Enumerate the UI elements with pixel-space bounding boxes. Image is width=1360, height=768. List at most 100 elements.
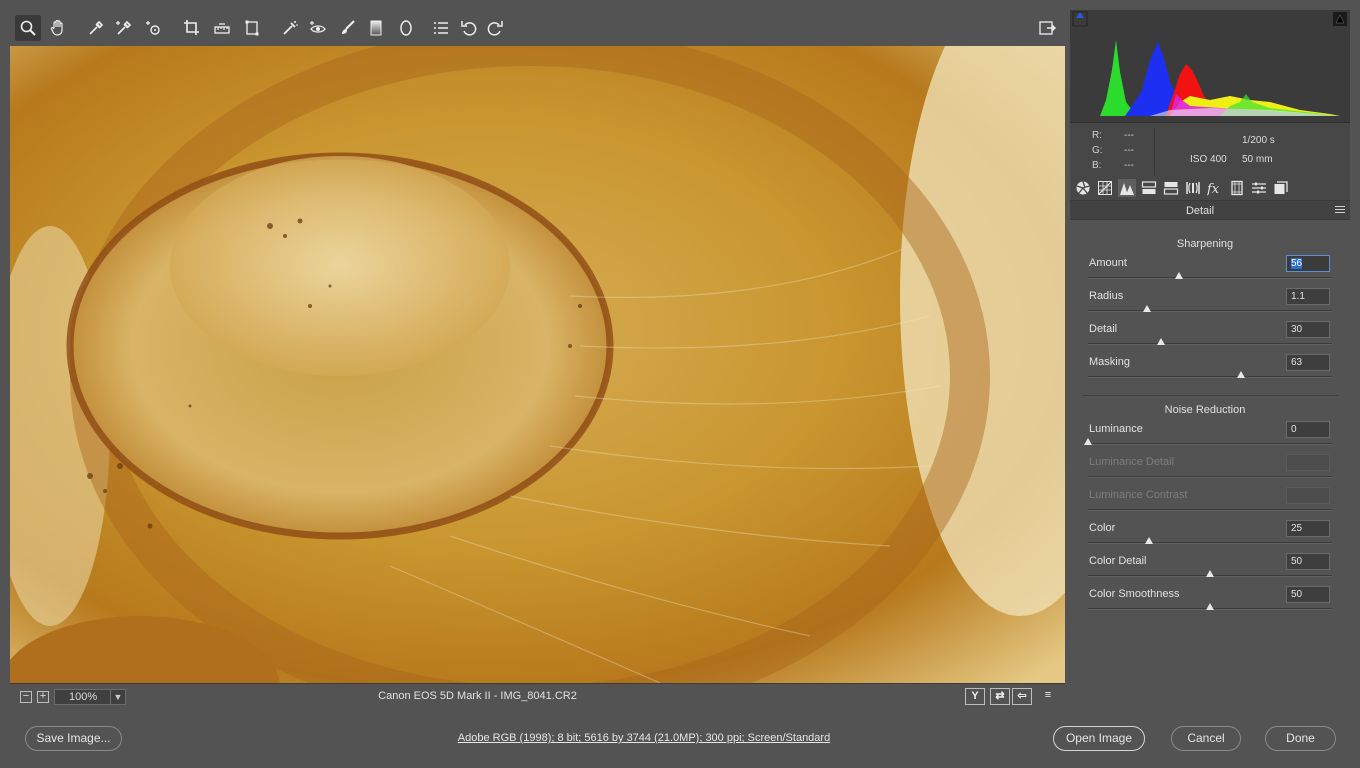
detail-input[interactable]: 30 (1286, 321, 1330, 338)
focal-length: 50 mm (1242, 154, 1273, 165)
masking-slider-thumb[interactable] (1236, 371, 1245, 378)
eyedropper-icon[interactable] (83, 15, 109, 41)
file-name: Canon EOS 5D Mark II - IMG_8041.CR2 (378, 690, 577, 702)
tab-lens-corrections-icon[interactable] (1184, 179, 1202, 197)
shutter-speed: 1/200 s (1242, 135, 1275, 146)
color-smoothness-label: Color Smoothness (1089, 588, 1180, 600)
radius-label: Radius (1089, 290, 1124, 302)
camera-info: R: --- G: --- B: --- 1/200 s ISO 400 50 … (1070, 122, 1350, 182)
b-value: --- (1124, 160, 1134, 171)
tab-camera-calibration-icon[interactable] (1228, 179, 1246, 197)
color-sampler-icon[interactable] (111, 15, 137, 41)
hand-tool-icon[interactable] (45, 15, 71, 41)
done-button[interactable]: Done (1265, 726, 1336, 751)
preferences-list-icon[interactable] (428, 15, 454, 41)
amount-input[interactable]: 56 (1286, 255, 1330, 272)
masking-input[interactable]: 63 (1286, 354, 1330, 371)
radial-filter-icon[interactable] (393, 15, 419, 41)
color-smoothness-slider-thumb[interactable] (1206, 603, 1214, 610)
histogram (1070, 10, 1350, 122)
color-slider-thumb[interactable] (1145, 537, 1153, 544)
spot-removal-icon[interactable] (277, 15, 303, 41)
toggle-settings-button[interactable]: ≡ (1038, 688, 1058, 705)
color-slider[interactable] (1088, 537, 1332, 544)
toolbar (10, 10, 1065, 46)
tab-presets-icon[interactable] (1250, 179, 1268, 197)
snail-shell-photo (10, 46, 1065, 683)
adjustment-brush-icon[interactable] (335, 15, 361, 41)
luminance-label: Luminance (1089, 423, 1143, 435)
image-preview[interactable] (10, 46, 1065, 683)
tab-snapshots-icon[interactable] (1272, 179, 1290, 197)
right-panel: R: --- G: --- B: --- 1/200 s ISO 400 50 … (1070, 10, 1350, 709)
detail-label: Detail (1089, 323, 1118, 335)
red-eye-icon[interactable] (305, 15, 331, 41)
fullscreen-icon[interactable] (1034, 15, 1060, 41)
g-label: G: (1092, 145, 1103, 156)
tab-detail-icon[interactable] (1118, 179, 1136, 197)
luminance-detail-slider (1088, 476, 1332, 478)
r-value: --- (1124, 130, 1134, 141)
luminance-detail-label: Luminance Detail (1089, 456, 1174, 468)
tab-split-toning-icon[interactable] (1162, 179, 1180, 197)
image-status-bar: − + 100% ▼ Canon EOS 5D Mark II - IMG_80… (10, 683, 1065, 709)
detail-panel: Sharpening Amount 56 Radius 1.1 Detail 3… (1070, 220, 1350, 709)
copy-settings-button[interactable]: ⇦ (1012, 688, 1032, 705)
tab-tone-curve-icon[interactable] (1096, 179, 1114, 197)
luminance-contrast-label: Luminance Contrast (1089, 489, 1188, 501)
color-smoothness-input[interactable]: 50 (1286, 586, 1330, 603)
crop-icon[interactable] (179, 15, 205, 41)
rotate-left-icon[interactable] (456, 15, 482, 41)
info-divider (1154, 127, 1155, 175)
targeted-adjustment-icon[interactable] (141, 15, 167, 41)
tab-hsl-icon[interactable] (1140, 179, 1158, 197)
view-before-after-button[interactable]: Y (965, 688, 985, 705)
r-label: R: (1092, 130, 1102, 141)
masking-label: Masking (1089, 356, 1130, 368)
rotate-right-icon[interactable] (482, 15, 508, 41)
luminance-contrast-input (1286, 487, 1330, 504)
amount-slider[interactable] (1088, 272, 1332, 279)
radius-input[interactable]: 1.1 (1286, 288, 1330, 305)
color-smoothness-slider[interactable] (1088, 603, 1332, 610)
luminance-input[interactable]: 0 (1286, 421, 1330, 438)
luminance-slider[interactable] (1084, 438, 1332, 445)
transform-icon[interactable] (239, 15, 265, 41)
color-label: Color (1089, 522, 1116, 534)
section-divider (1082, 395, 1338, 396)
amount-slider-thumb[interactable] (1175, 272, 1184, 279)
luminance-detail-input (1286, 454, 1330, 471)
panel-header: Detail (1070, 200, 1350, 220)
masking-slider[interactable] (1088, 371, 1332, 378)
graduated-filter-icon[interactable] (363, 15, 389, 41)
panel-title: Detail (1185, 205, 1215, 217)
panel-tabs: fx (1070, 176, 1350, 200)
panel-menu-icon[interactable] (1335, 206, 1345, 215)
noise-reduction-title: Noise Reduction (1164, 404, 1246, 416)
radius-slider-thumb[interactable] (1142, 305, 1151, 312)
tab-basic-aperture-icon[interactable] (1074, 179, 1092, 197)
color-detail-label: Color Detail (1089, 555, 1147, 567)
radius-slider[interactable] (1088, 305, 1332, 312)
zoom-tool-icon[interactable] (15, 15, 41, 41)
amount-value: 56 (1291, 258, 1303, 269)
color-detail-input[interactable]: 50 (1286, 553, 1330, 570)
straighten-icon[interactable] (209, 15, 235, 41)
iso-value: ISO 400 (1190, 154, 1227, 165)
g-value: --- (1124, 145, 1134, 156)
sharpening-title: Sharpening (1176, 238, 1234, 250)
svg-text:fx: fx (1207, 182, 1220, 196)
detail-slider[interactable] (1088, 338, 1332, 345)
luminance-contrast-slider (1088, 509, 1332, 511)
color-detail-slider-thumb[interactable] (1206, 570, 1214, 577)
detail-slider-thumb[interactable] (1157, 338, 1166, 345)
open-image-button[interactable]: Open Image (1053, 726, 1145, 751)
luminance-slider-thumb[interactable] (1084, 438, 1092, 445)
swap-settings-button[interactable]: ⇄ (990, 688, 1010, 705)
b-label: B: (1092, 160, 1102, 171)
tab-effects-fx-icon[interactable]: fx (1206, 179, 1224, 197)
color-input[interactable]: 25 (1286, 520, 1330, 537)
amount-label: Amount (1089, 257, 1127, 269)
color-detail-slider[interactable] (1088, 570, 1332, 577)
cancel-button[interactable]: Cancel (1171, 726, 1241, 751)
